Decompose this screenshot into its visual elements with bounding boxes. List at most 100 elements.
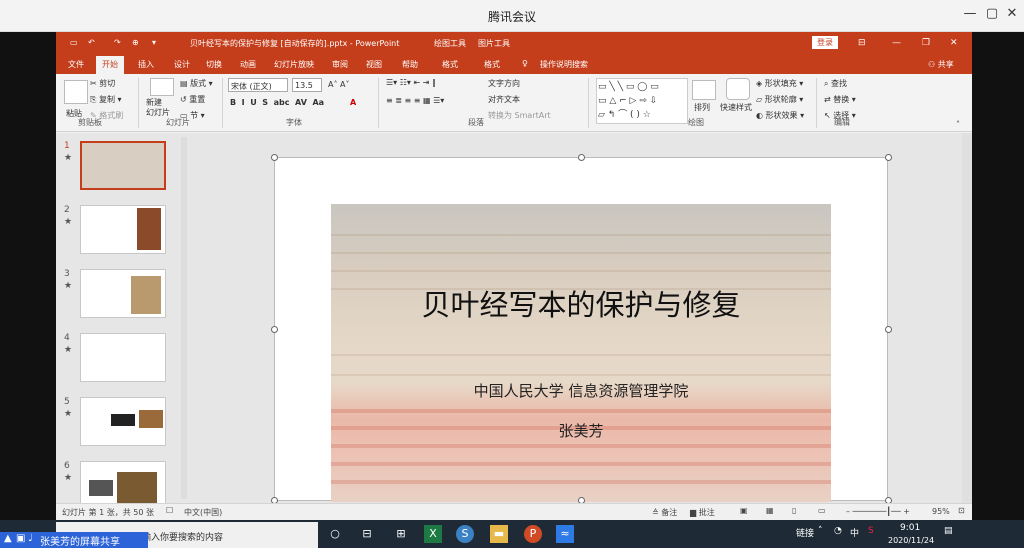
slide-thumbnail-3[interactable]: [80, 269, 166, 318]
slide-thumbnail-4[interactable]: [80, 333, 166, 382]
arrange-icon[interactable]: [692, 80, 716, 100]
replace-button[interactable]: ⇄ 替换 ▾: [824, 94, 856, 105]
resize-handle[interactable]: [885, 154, 892, 161]
task-view-icon[interactable]: ⊟: [358, 525, 376, 543]
language-status[interactable]: 中文(中国): [184, 507, 222, 518]
slide-thumbnail-2[interactable]: [80, 205, 166, 254]
vertical-scrollbar[interactable]: [962, 133, 972, 503]
zoom-slider[interactable]: – ───────┃── +: [846, 507, 910, 516]
cortana-icon[interactable]: ○: [326, 525, 344, 543]
slide-thumbnail-1[interactable]: [80, 141, 166, 190]
ppt-restore-icon[interactable]: ❐: [922, 38, 930, 48]
bullets-icons[interactable]: ☰▾ ☷▾ ⇤ ⇥ ‖: [386, 78, 436, 87]
new-slide-icon[interactable]: [150, 78, 174, 96]
spellcheck-icon[interactable]: ☐: [166, 506, 173, 515]
clock-date[interactable]: 2020/11/24: [888, 536, 934, 545]
resize-handle[interactable]: [578, 154, 585, 161]
ppt-close-icon[interactable]: ✕: [950, 38, 958, 48]
fit-to-window-icon[interactable]: ⊡: [958, 506, 965, 515]
quick-styles-button[interactable]: 快速样式: [720, 102, 752, 113]
new-slide-button[interactable]: 新建 幻灯片: [146, 98, 170, 118]
shapes-gallery[interactable]: ▭ ╲ ╲ ▭ ◯ ▭ ▭ △ ⌐ ▷ ⇨ ⇩ ▱ ↰ ⌒ ( ) ☆: [596, 78, 688, 124]
font-grow-shrink-icons[interactable]: A˄ A˅: [328, 80, 350, 89]
qat-dropdown-icon[interactable]: ▾: [152, 38, 156, 47]
thumbnail-scrollbar[interactable]: [181, 137, 187, 499]
slide-thumbnail-5[interactable]: [80, 397, 166, 446]
excel-icon[interactable]: X: [424, 525, 442, 543]
slide-subtitle[interactable]: 中国人民大学 信息资源管理学院: [331, 380, 831, 401]
resize-handle[interactable]: [271, 154, 278, 161]
normal-view-icon[interactable]: ▣: [740, 506, 748, 515]
layout-label: 版式: [190, 79, 207, 88]
ribbon-display-icon[interactable]: ⊟: [858, 38, 866, 48]
tab-view[interactable]: 视图: [366, 59, 382, 70]
tab-animations[interactable]: 动画: [240, 59, 256, 70]
smartart-button[interactable]: 转换为 SmartArt: [488, 110, 551, 121]
tab-transitions[interactable]: 切换: [206, 59, 222, 70]
paste-icon[interactable]: [64, 80, 88, 104]
slide-title[interactable]: 贝叶经写本的保护与修复: [331, 282, 831, 324]
tab-review[interactable]: 审阅: [332, 59, 348, 70]
save-icon[interactable]: ▭: [70, 38, 78, 47]
reading-view-icon[interactable]: ▯: [792, 506, 796, 515]
tab-file[interactable]: 文件: [68, 59, 84, 70]
font-color-icon[interactable]: A: [350, 98, 356, 107]
text-direction-button[interactable]: 文字方向: [488, 78, 520, 89]
thumb-star: ★: [64, 217, 73, 227]
slide-author[interactable]: 张美芳: [331, 420, 831, 441]
shape-outline-button[interactable]: ▱ 形状轮廓 ▾: [756, 94, 803, 105]
resize-handle[interactable]: [885, 326, 892, 333]
start-from-beginning-icon[interactable]: ⊕: [132, 38, 139, 47]
ime-indicator[interactable]: 中: [850, 526, 859, 539]
tab-help[interactable]: 帮助: [402, 59, 418, 70]
tencent-meeting-icon[interactable]: ≈: [556, 525, 574, 543]
zoom-level[interactable]: 95%: [932, 507, 950, 516]
find-button[interactable]: ⌕ 查找: [824, 78, 847, 89]
slide-sorter-icon[interactable]: ▦: [766, 506, 774, 515]
comments-button[interactable]: ▆ 批注: [690, 507, 715, 518]
tray-up-arrow-icon[interactable]: ˄: [818, 526, 823, 536]
cut-button[interactable]: ✂ 剪切: [90, 78, 115, 89]
redo-icon[interactable]: ↷: [114, 38, 121, 47]
ribbon-separator: [222, 78, 223, 128]
align-icons[interactable]: ≡ ≣ ≡ ≡ ▦ ☰▾: [386, 96, 444, 105]
tray-link[interactable]: 链接: [796, 526, 814, 539]
font-size-select[interactable]: 13.5: [292, 78, 322, 92]
notification-icon[interactable]: ▤: [944, 526, 953, 536]
login-button[interactable]: 登录: [812, 36, 838, 49]
undo-icon[interactable]: ↶: [88, 38, 95, 47]
resize-handle[interactable]: [271, 326, 278, 333]
align-text-button[interactable]: 对齐文本: [488, 94, 520, 105]
file-explorer-icon[interactable]: ▬: [490, 525, 508, 543]
clock-time[interactable]: 9:01: [900, 523, 920, 533]
slide-canvas[interactable]: 贝叶经写本的保护与修复 中国人民大学 信息资源管理学院 张美芳: [271, 154, 892, 504]
copy-button[interactable]: ⎘ 复制 ▾: [90, 94, 122, 105]
tab-insert[interactable]: 插入: [138, 59, 154, 70]
tell-me-search[interactable]: 操作说明搜索: [540, 59, 588, 70]
slideshow-icon[interactable]: ▭: [818, 506, 826, 515]
font-name-select[interactable]: 宋体 (正文): [228, 78, 288, 92]
quick-styles-icon[interactable]: [726, 78, 750, 100]
notes-button[interactable]: ≙ 备注: [652, 507, 677, 518]
collapse-ribbon-icon[interactable]: ˄: [956, 120, 960, 129]
share-button[interactable]: ⚇ 共享: [928, 59, 954, 70]
tab-format-picture[interactable]: 格式: [484, 59, 500, 70]
layout-button[interactable]: ▤ 版式 ▾: [180, 78, 213, 89]
tab-design[interactable]: 设计: [174, 59, 190, 70]
font-format-buttons[interactable]: B I U S abc AV Aa: [230, 98, 324, 107]
shape-fill-button[interactable]: ◈ 形状填充 ▾: [756, 78, 803, 89]
wifi-icon[interactable]: ◔: [834, 526, 842, 536]
ppt-minimize-icon[interactable]: —: [892, 38, 901, 48]
store-icon[interactable]: ⊞: [392, 525, 410, 543]
browser-icon[interactable]: S: [456, 525, 474, 543]
minimize-button[interactable]: —: [958, 6, 982, 21]
tab-home[interactable]: 开始: [96, 56, 124, 74]
arrange-button[interactable]: 排列: [694, 102, 710, 113]
tab-format-drawing[interactable]: 格式: [442, 59, 458, 70]
tab-slideshow[interactable]: 幻灯片放映: [274, 59, 314, 70]
reset-button[interactable]: ↺ 重置: [180, 94, 205, 105]
shape-effects-button[interactable]: ◐ 形状效果 ▾: [756, 110, 804, 121]
sogou-icon[interactable]: S: [868, 526, 874, 536]
powerpoint-taskbar-icon[interactable]: P: [524, 525, 542, 543]
close-button[interactable]: ✕: [1000, 6, 1024, 21]
